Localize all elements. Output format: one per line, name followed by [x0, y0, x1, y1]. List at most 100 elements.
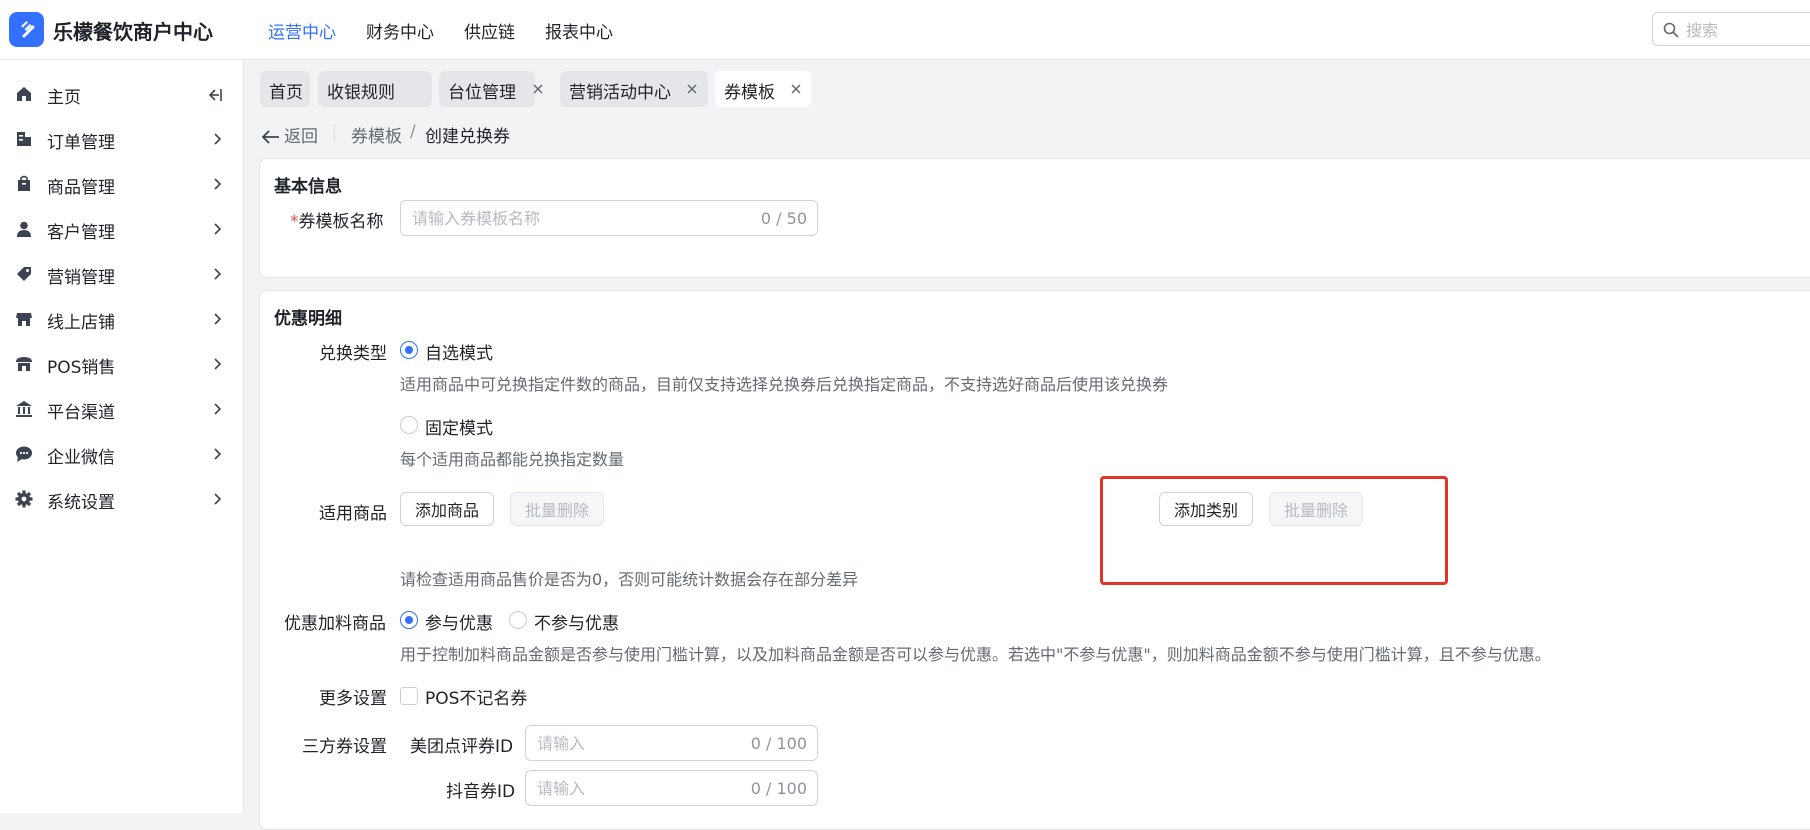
sidebar-item-marketing[interactable]: 营销管理: [0, 254, 244, 294]
sidebar-item-platform-channels[interactable]: 平台渠道: [0, 389, 244, 429]
top-nav: 运营中心 财务中心 供应链 报表中心: [268, 18, 613, 43]
top-nav-operations[interactable]: 运营中心: [268, 18, 336, 43]
add-product-button[interactable]: 添加商品: [400, 492, 495, 526]
sidebar-item-label: 客户管理: [47, 223, 115, 243]
section-title: 优惠明细: [274, 309, 342, 329]
close-icon[interactable]: [532, 83, 544, 95]
user-icon: [17, 221, 31, 237]
douyin-id-input[interactable]: [537, 777, 727, 799]
sidebar-item-label: 企业微信: [47, 448, 115, 468]
mode-fixed-description: 每个适用商品都能兑换指定数量: [400, 450, 625, 469]
breadcrumb-separator: /: [410, 122, 416, 142]
breadcrumb-current: 创建兑换券: [425, 127, 510, 147]
sidebar-item-settings[interactable]: 系统设置: [0, 479, 244, 519]
field-label: 券模板名称: [298, 212, 384, 232]
sidebar-item-label: 平台渠道: [47, 403, 115, 423]
global-search[interactable]: [1652, 12, 1810, 46]
sidebar-item-wecom[interactable]: 企业微信: [0, 434, 244, 474]
top-nav-reports[interactable]: 报表中心: [545, 18, 613, 43]
gear-icon: [15, 490, 33, 508]
tab-cashier-rules[interactable]: 收银规则: [318, 71, 477, 107]
meituan-id-label: 美团点评券ID: [410, 737, 514, 757]
meituan-id-input[interactable]: [537, 732, 727, 754]
char-count: 0 / 50: [760, 209, 807, 228]
sidebar-item-pos-sales[interactable]: POS销售: [0, 344, 244, 384]
template-name-input[interactable]: [412, 207, 732, 229]
discount-detail-card: 优惠明细 兑换类型 自选模式 适用商品中可兑换指定件数的商品，目前仅支持选择兑换…: [259, 290, 1810, 830]
close-icon[interactable]: [790, 83, 802, 95]
applicable-products-label: 适用商品: [319, 504, 387, 524]
mode-custom-radio[interactable]: [400, 341, 418, 359]
tab-coupon-template[interactable]: 券模板: [715, 71, 811, 107]
tab-table-management[interactable]: 台位管理: [439, 71, 543, 107]
mode-custom-label[interactable]: 自选模式: [425, 339, 493, 364]
chevron-right-icon: [214, 358, 222, 370]
search-input[interactable]: [1686, 19, 1806, 41]
exchange-type-label: 兑换类型: [319, 344, 387, 364]
brand-name: 乐檬餐饮商户中心: [53, 20, 213, 44]
tab-home[interactable]: 首页: [260, 71, 310, 107]
collapse-sidebar-icon[interactable]: [207, 87, 223, 103]
chevron-right-icon: [214, 403, 222, 415]
chevron-right-icon: [214, 223, 222, 235]
addon-not-participate-radio[interactable]: [509, 611, 527, 629]
douyin-id-label: 抖音券ID: [446, 782, 516, 802]
breadcrumb-divider: [334, 124, 335, 142]
tab-label: 首页: [269, 83, 303, 103]
required-mark: *: [290, 212, 299, 232]
pos-anonymous-label[interactable]: POS不记名券: [425, 684, 527, 709]
home-icon: [17, 87, 31, 101]
top-nav-supply-chain[interactable]: 供应链: [464, 18, 515, 43]
sidebar: 主页 订单管理 商品管理 客户管理 营销管理 线上店铺 POS销售 平台渠道 企…: [0, 60, 244, 813]
sidebar-item-label: POS销售: [47, 358, 116, 378]
chevron-right-icon: [214, 133, 222, 145]
brand-logo-icon[interactable]: [9, 12, 44, 47]
chevron-right-icon: [214, 448, 222, 460]
bag-icon: [18, 175, 30, 191]
sidebar-item-products[interactable]: 商品管理: [0, 164, 244, 204]
basic-info-card: 基本信息 *券模板名称 0 / 50: [259, 158, 1810, 278]
arrow-left-icon: [261, 130, 279, 144]
mode-fixed-label[interactable]: 固定模式: [425, 414, 493, 439]
douyin-id-field[interactable]: 0 / 100: [525, 770, 818, 806]
sidebar-item-label: 线上店铺: [47, 313, 115, 333]
add-category-button[interactable]: 添加类别: [1159, 492, 1254, 526]
batch-delete-products-button[interactable]: 批量删除: [510, 492, 605, 526]
close-icon[interactable]: [686, 83, 698, 95]
sidebar-item-home[interactable]: 主页: [0, 74, 244, 114]
order-icon: [17, 132, 31, 146]
sidebar-item-label: 主页: [47, 88, 81, 108]
sidebar-item-label: 商品管理: [47, 178, 115, 198]
sidebar-item-customers[interactable]: 客户管理: [0, 209, 244, 249]
sidebar-item-orders[interactable]: 订单管理: [0, 119, 244, 159]
shop-icon: [16, 313, 32, 326]
mode-fixed-radio[interactable]: [400, 416, 418, 434]
addon-description: 用于控制加料商品金额是否参与使用门槛计算，以及加料商品金额是否可以参与优惠。若选…: [400, 645, 1551, 664]
tab-label: 券模板: [724, 83, 775, 103]
addon-participate-radio[interactable]: [400, 611, 418, 629]
sidebar-item-online-store[interactable]: 线上店铺: [0, 299, 244, 339]
back-label: 返回: [284, 127, 318, 147]
addon-not-participate-label[interactable]: 不参与优惠: [534, 609, 619, 634]
tab-label: 营销活动中心: [569, 83, 671, 103]
addon-participate-label[interactable]: 参与优惠: [425, 609, 493, 634]
chevron-right-icon: [214, 493, 222, 505]
back-button[interactable]: 返回: [261, 122, 318, 147]
sidebar-item-label: 营销管理: [47, 268, 115, 288]
batch-delete-categories-button[interactable]: 批量删除: [1269, 492, 1364, 526]
top-bar: 乐檬餐饮商户中心 运营中心 财务中心 供应链 报表中心: [0, 0, 1810, 60]
meituan-id-field[interactable]: 0 / 100: [525, 725, 818, 761]
breadcrumb-parent[interactable]: 券模板: [351, 122, 402, 147]
more-settings-label: 更多设置: [319, 689, 387, 709]
third-party-settings-label: 三方券设置: [302, 737, 387, 757]
price-check-hint: 请检查适用商品售价是否为0，否则可能统计数据会存在部分差异: [400, 570, 859, 589]
pos-anonymous-checkbox[interactable]: [400, 687, 418, 705]
section-title: 基本信息: [274, 177, 342, 197]
store-icon: [16, 357, 32, 371]
chevron-right-icon: [214, 178, 222, 190]
sidebar-item-label: 系统设置: [47, 493, 115, 513]
top-nav-finance[interactable]: 财务中心: [366, 18, 434, 43]
tab-marketing-center[interactable]: 营销活动中心: [560, 71, 708, 107]
template-name-field[interactable]: 0 / 50: [400, 200, 818, 236]
mode-custom-description: 适用商品中可兑换指定件数的商品，目前仅支持选择兑换券后兑换指定商品，不支持选好商…: [400, 375, 1169, 394]
